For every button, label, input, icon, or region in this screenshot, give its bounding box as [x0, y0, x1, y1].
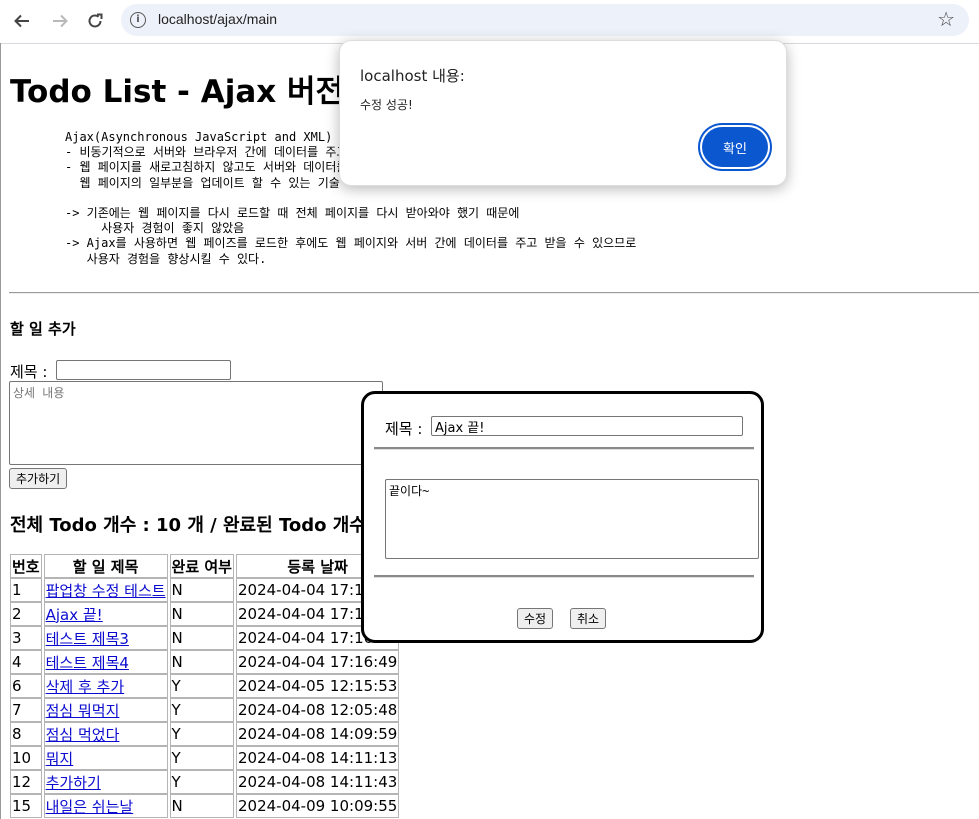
row-done: Y — [169, 722, 234, 746]
todo-title-link[interactable]: 점심 먹었다 — [46, 726, 120, 744]
header-done: 완료 여부 — [169, 554, 234, 578]
row-no: 10 — [10, 746, 42, 770]
modal-title-input[interactable] — [431, 416, 743, 436]
row-no: 7 — [10, 698, 42, 722]
add-todo-heading: 할 일 추가 — [10, 320, 76, 338]
row-no: 1 — [10, 578, 42, 602]
row-date: 2024-04-08 14:09:59 — [235, 722, 400, 746]
row-date: 2024-04-04 17:16:49 — [235, 650, 400, 674]
table-header-row: 번호 할 일 제목 완료 여부 등록 날짜 — [10, 554, 400, 578]
detail-textarea[interactable] — [9, 381, 383, 465]
todo-table: 번호 할 일 제목 완료 여부 등록 날짜 1 팝업창 수정 테스트 N 202… — [8, 554, 401, 818]
table-row: 3 테스트 제목3 N 2024-04-04 17:16:40 — [10, 626, 400, 650]
row-no: 15 — [10, 794, 42, 818]
todo-title-link[interactable]: 점심 뭐먹지 — [46, 702, 120, 720]
alert-ok-button[interactable]: 확인 — [702, 127, 768, 167]
row-no: 6 — [10, 674, 42, 698]
back-icon[interactable] — [8, 8, 36, 34]
modal-save-button[interactable]: 수정 — [517, 608, 554, 629]
browser-toolbar: i localhost/ajax/main ☆ — [0, 0, 979, 44]
star-icon[interactable]: ☆ — [937, 7, 955, 31]
row-done: N — [169, 578, 234, 602]
todo-title-link[interactable]: 테스트 제목4 — [46, 654, 129, 672]
row-date: 2024-04-08 14:11:43 — [235, 770, 400, 794]
row-done: Y — [169, 746, 234, 770]
page-title: Todo List - Ajax 버전 — [10, 74, 345, 110]
row-date: 2024-04-09 10:09:55 — [235, 794, 400, 818]
row-done: N — [169, 602, 234, 626]
row-done: Y — [169, 674, 234, 698]
row-date: 2024-04-08 12:05:48 — [235, 698, 400, 722]
edit-modal: 제목 : 끝이다~ 수정 취소 — [361, 391, 764, 643]
address-bar[interactable]: i localhost/ajax/main ☆ — [121, 4, 969, 36]
row-done: N — [169, 794, 234, 818]
title-input[interactable] — [56, 360, 231, 380]
table-row: 8 점심 먹었다 Y 2024-04-08 14:09:59 — [10, 722, 400, 746]
table-row: 6 삭제 후 추가 Y 2024-04-05 12:15:53 — [10, 674, 400, 698]
row-done: Y — [169, 698, 234, 722]
modal-title-label: 제목 : — [385, 420, 423, 438]
reload-icon[interactable] — [81, 8, 109, 34]
alert-dialog: localhost 내용: 수정 성공! 확인 — [339, 40, 787, 186]
row-no: 4 — [10, 650, 42, 674]
todo-summary: 전체 Todo 개수 : 10 개 / 완료된 Todo 개수 — [10, 515, 366, 536]
row-no: 2 — [10, 602, 42, 626]
row-no: 12 — [10, 770, 42, 794]
alert-message: 수정 성공! — [360, 98, 413, 112]
row-no: 8 — [10, 722, 42, 746]
add-button[interactable]: 추가하기 — [9, 468, 68, 489]
alert-title: localhost 내용: — [360, 67, 465, 85]
table-row: 7 점심 뭐먹지 Y 2024-04-08 12:05:48 — [10, 698, 400, 722]
todo-title-link[interactable]: 추가하기 — [46, 774, 101, 792]
modal-divider-bottom — [374, 575, 754, 578]
table-row: 2 Ajax 끝! N 2024-04-04 17:16:30 — [10, 602, 400, 626]
todo-title-link[interactable]: 뭐지 — [46, 750, 74, 768]
info-icon[interactable]: i — [130, 12, 146, 28]
table-row: 4 테스트 제목4 N 2024-04-04 17:16:49 — [10, 650, 400, 674]
modal-divider-top — [374, 447, 754, 450]
table-row: 1 팝업창 수정 테스트 N 2024-04-04 17:16:20 — [10, 578, 400, 602]
row-done: N — [169, 626, 234, 650]
forward-icon[interactable] — [46, 8, 74, 34]
page-border — [0, 43, 1, 819]
header-no: 번호 — [10, 554, 42, 578]
modal-content-textarea[interactable]: 끝이다~ — [385, 479, 759, 559]
table-row: 10 뭐지 Y 2024-04-08 14:11:13 — [10, 746, 400, 770]
todo-title-link[interactable]: 팝업창 수정 테스트 — [46, 582, 166, 600]
header-title: 할 일 제목 — [43, 554, 168, 578]
row-done: Y — [169, 770, 234, 794]
todo-title-link[interactable]: Ajax 끝! — [46, 606, 103, 624]
table-row: 15 내일은 쉬는날 N 2024-04-09 10:09:55 — [10, 794, 400, 818]
title-label: 제목 : — [10, 363, 48, 381]
row-date: 2024-04-05 12:15:53 — [235, 674, 400, 698]
url-text[interactable]: localhost/ajax/main — [158, 11, 277, 27]
row-date: 2024-04-08 14:11:13 — [235, 746, 400, 770]
modal-cancel-button[interactable]: 취소 — [570, 608, 607, 629]
row-done: N — [169, 650, 234, 674]
todo-title-link[interactable]: 내일은 쉬는날 — [46, 798, 134, 816]
row-no: 3 — [10, 626, 42, 650]
divider — [9, 292, 979, 294]
table-row: 12 추가하기 Y 2024-04-08 14:11:43 — [10, 770, 400, 794]
todo-title-link[interactable]: 테스트 제목3 — [46, 630, 129, 648]
todo-title-link[interactable]: 삭제 후 추가 — [46, 678, 125, 696]
